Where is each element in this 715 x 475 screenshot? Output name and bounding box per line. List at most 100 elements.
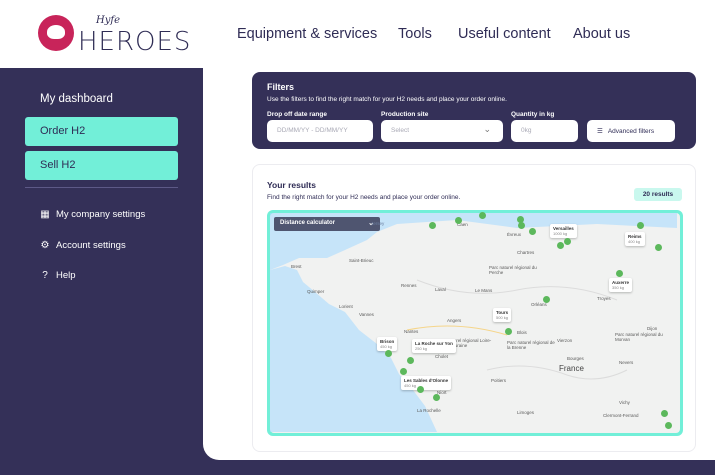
sliders-icon: ☰: [597, 128, 603, 135]
results-panel: Your results Find the right match for yo…: [252, 164, 696, 452]
sell-h2-button[interactable]: Sell H2: [25, 151, 178, 180]
sidebar-item-label: Help: [56, 270, 76, 281]
site-pin[interactable]: [455, 217, 462, 224]
site-pin[interactable]: [479, 212, 486, 219]
nav-equipment-services[interactable]: Equipment & services: [237, 26, 377, 42]
production-site-select[interactable]: Select ⌄: [381, 120, 503, 142]
site-pin[interactable]: [429, 222, 436, 229]
site-pin[interactable]: [433, 394, 440, 401]
quantity-label: Quantity in kg: [511, 111, 555, 118]
site-popup-les-sables-d-olonne[interactable]: Les Sables d'Olonne 450 kg: [401, 376, 452, 390]
gear-icon: ⚙: [40, 240, 50, 251]
map-place: Brest: [291, 264, 302, 269]
filters-title: Filters: [267, 82, 295, 92]
chevron-down-icon: ⌄: [483, 124, 491, 134]
site-pin[interactable]: [665, 422, 672, 429]
site-pin[interactable]: [655, 244, 662, 251]
site-popup-reims[interactable]: Reims 400 kg: [625, 232, 645, 246]
filters-description: Use the filters to find the right match …: [267, 96, 507, 103]
map-country-label: France: [559, 364, 584, 373]
site-popup-brison[interactable]: Brison 450 kg: [377, 337, 398, 351]
sidebar: My dashboard Order H2 Sell H2 ▦ My compan…: [0, 68, 203, 475]
site-quantity: 1000 kg: [553, 231, 568, 236]
site-pin[interactable]: [529, 228, 536, 235]
sidebar-title: My dashboard: [40, 93, 113, 105]
map-place: Vichy: [619, 400, 630, 405]
site-quantity: 450 kg: [404, 383, 417, 388]
sidebar-item-help[interactable]: ? Help: [40, 270, 76, 281]
sidebar-divider: [25, 187, 178, 188]
map-place: Le Mans: [475, 288, 493, 293]
site-pin[interactable]: [385, 350, 392, 357]
map-place: Quimper: [307, 289, 325, 294]
site-pin[interactable]: [400, 368, 407, 375]
map-place: Saint-Brieuc: [349, 258, 374, 263]
map-place: Angers: [447, 318, 462, 323]
site-pin[interactable]: [517, 216, 524, 223]
map-place: Clermont-Ferrand: [603, 413, 639, 418]
site-pin[interactable]: [616, 270, 623, 277]
site-pin[interactable]: [407, 357, 414, 364]
date-range-label: Drop off date range: [267, 111, 327, 118]
site-popup-tours[interactable]: Tours 500 kg: [493, 308, 512, 322]
map-place: Poitiers: [491, 378, 507, 383]
distance-calculator-label: Distance calculator: [280, 220, 336, 226]
map-place: Bourges: [567, 356, 584, 361]
site-pin[interactable]: [543, 296, 550, 303]
site-pin[interactable]: [564, 238, 571, 245]
production-site-label: Production site: [381, 111, 429, 118]
sidebar-item-label: Account settings: [56, 240, 126, 251]
map-place: Blois: [517, 330, 527, 335]
advanced-filters-label: Advanced filters: [607, 128, 655, 135]
site-pin[interactable]: [505, 328, 512, 335]
site-popup-versailles[interactable]: Versailles 1000 kg: [550, 224, 577, 238]
site-quantity: 400 kg: [628, 239, 641, 244]
map-place: Chartres: [517, 250, 535, 255]
logo-text: HEROES: [78, 27, 192, 57]
results-map[interactable]: Distance calculator ⌄ Jersey Brest Saint…: [267, 210, 683, 436]
date-range-input[interactable]: DD/MM/YY - DD/MM/YY: [267, 120, 373, 142]
map-place: Vannes: [359, 312, 374, 317]
map-place: Rennes: [401, 283, 417, 288]
map-place: Troyes: [597, 296, 611, 301]
nav-useful-content[interactable]: Useful content: [458, 26, 551, 42]
quantity-input[interactable]: 0kg: [511, 120, 578, 142]
results-count-badge: 20 results: [634, 188, 682, 201]
results-description: Find the right match for your H2 needs a…: [267, 194, 461, 201]
logo-icon: [38, 15, 74, 51]
site-pin[interactable]: [518, 222, 525, 229]
sidebar-item-company-settings[interactable]: ▦ My company settings: [40, 209, 145, 220]
map-place: Dijon: [647, 326, 658, 331]
advanced-filters-button[interactable]: ☰ Advanced filters: [587, 120, 675, 142]
map-place: Parc naturel régional du Morvan: [615, 332, 663, 342]
nav-tools[interactable]: Tools: [398, 26, 432, 42]
map-place: La Rochelle: [417, 408, 441, 413]
site-quantity: 350 kg: [612, 285, 625, 290]
site-popup-la-roche-sur-yon[interactable]: La Roche sur Yon 250 kg: [412, 339, 456, 353]
map-place: Parc naturel régional du Perche: [489, 265, 537, 275]
site-quantity: 500 kg: [496, 315, 509, 320]
site-pin[interactable]: [557, 242, 564, 249]
help-icon: ?: [42, 270, 48, 281]
sidebar-item-label: My company settings: [56, 209, 146, 220]
site-quantity: 250 kg: [415, 346, 428, 351]
map-place: Évreux: [507, 232, 522, 237]
map-place: Laval: [435, 287, 446, 292]
site-pin[interactable]: [417, 386, 424, 393]
brand-logo[interactable]: Hyfe HEROES: [38, 15, 190, 57]
distance-calculator-dropdown[interactable]: Distance calculator ⌄: [274, 217, 380, 231]
order-h2-button[interactable]: Order H2: [25, 117, 178, 146]
map-place: Lorient: [339, 304, 353, 309]
site-pin[interactable]: [637, 222, 644, 229]
map-place: Vierzon: [557, 338, 573, 343]
sidebar-item-account-settings[interactable]: ⚙ Account settings: [40, 240, 126, 251]
logo-script: Hyfe: [96, 15, 120, 26]
building-icon: ▦: [40, 209, 50, 220]
site-quantity: 450 kg: [380, 344, 393, 349]
nav-about-us[interactable]: About us: [573, 26, 630, 42]
site-pin[interactable]: [661, 410, 668, 417]
map-place: Limoges: [517, 410, 535, 415]
map-place: Nantes: [404, 329, 419, 334]
results-title: Your results: [267, 180, 316, 190]
site-popup-auxerre[interactable]: Auxerre 350 kg: [609, 278, 633, 292]
